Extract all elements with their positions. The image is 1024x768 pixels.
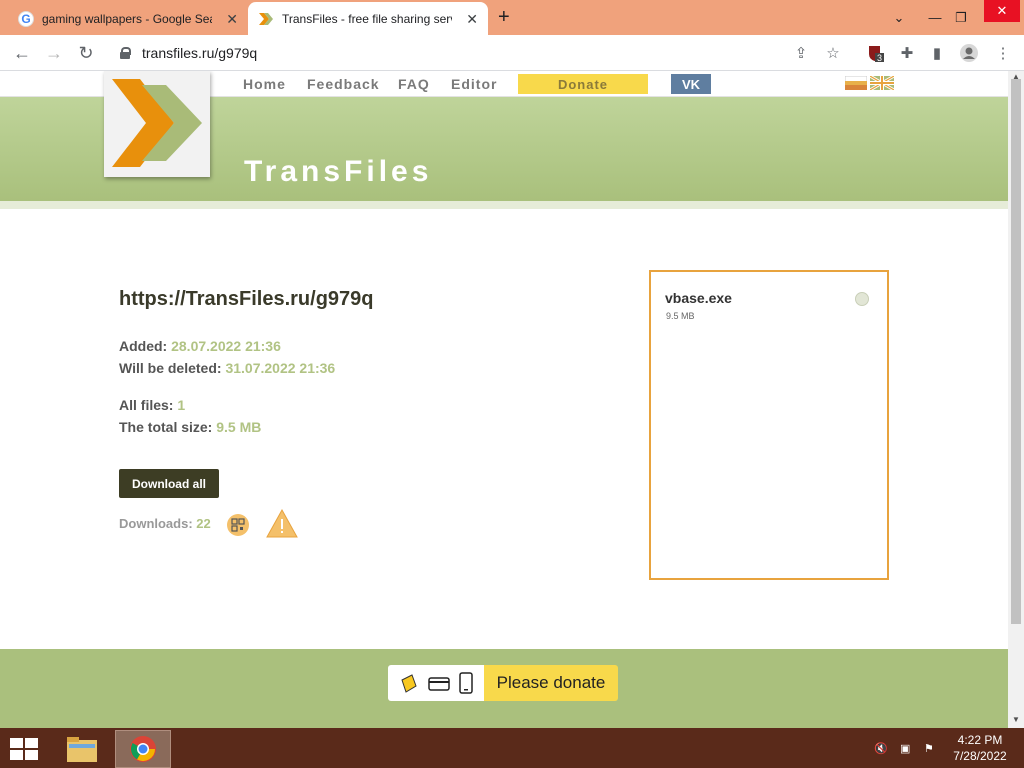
vk-button[interactable]: VK: [671, 74, 711, 94]
mobile-phone-icon: [459, 672, 474, 694]
lock-icon[interactable]: [120, 47, 131, 59]
qr-code-icon[interactable]: [227, 514, 249, 536]
all-files-value: 1: [177, 397, 186, 413]
footer-bar: Please donate: [0, 649, 1008, 728]
downloads-label: Downloads:: [119, 516, 193, 531]
transfiles-icon: [259, 12, 273, 25]
transfiles-logo-icon: [112, 79, 202, 167]
close-window-button[interactable]: ✕: [984, 0, 1020, 22]
russian-flag-icon[interactable]: [845, 76, 867, 90]
banner-divider: [0, 201, 1008, 209]
added-label: Added:: [119, 338, 168, 354]
please-donate-widget[interactable]: Please donate: [388, 665, 618, 701]
side-panel-icon[interactable]: ▮: [926, 43, 948, 63]
reload-button[interactable]: ↻: [74, 41, 98, 65]
scroll-thumb[interactable]: [1011, 79, 1021, 624]
nav-faq[interactable]: FAQ: [398, 76, 430, 92]
file-explorer-taskbar-button[interactable]: [54, 730, 110, 768]
donate-button[interactable]: Donate: [518, 74, 648, 94]
close-icon[interactable]: ✕: [226, 11, 238, 28]
chrome-taskbar-button[interactable]: [115, 730, 171, 768]
file-size: 9.5 MB: [666, 311, 695, 321]
tab-strip: G gaming wallpapers - Google Sea ✕ Trans…: [0, 0, 1024, 35]
page-scrollbar[interactable]: ▲ ▼: [1008, 71, 1024, 728]
downloads-count: Downloads: 22: [119, 516, 211, 531]
deleted-value: 31.07.2022 21:36: [225, 360, 336, 376]
restore-button[interactable]: ❐: [944, 0, 978, 35]
tab-title: gaming wallpapers - Google Sea: [42, 11, 212, 26]
windows-start-icon[interactable]: [10, 738, 38, 760]
google-icon: G: [18, 10, 34, 27]
page-content: TransFiles Home Feedback FAQ Editor Dona…: [0, 71, 1008, 728]
payment-icons: [388, 665, 484, 701]
share-icon[interactable]: ⇪: [790, 43, 812, 63]
url-text: transfiles.ru/g979q: [142, 45, 258, 61]
card-icon: [428, 677, 450, 691]
tab-google-search[interactable]: G gaming wallpapers - Google Sea ✕: [8, 2, 248, 35]
all-files-row: All files: 1: [119, 397, 185, 413]
extension-shield-icon[interactable]: 3: [864, 43, 886, 63]
downloads-value: 22: [196, 516, 211, 531]
check-icon[interactable]: [855, 292, 869, 306]
system-clock[interactable]: 4:22 PM 7/28/2022: [940, 732, 1020, 764]
deleted-label: Will be deleted:: [119, 360, 222, 376]
tab-title: TransFiles - free file sharing servi: [282, 11, 452, 26]
browser-toolbar: ← → ↻ transfiles.ru/g979q ⇪ ☆ 3 ✚ ▮ ⋮: [0, 35, 1024, 71]
share-link[interactable]: https://TransFiles.ru/g979q: [119, 288, 374, 311]
clock-date: 7/28/2022: [953, 749, 1007, 763]
clock-time: 4:22 PM: [957, 733, 1003, 747]
added-value: 28.07.2022 21:36: [171, 338, 281, 354]
address-bar[interactable]: transfiles.ru/g979q: [110, 39, 850, 67]
uk-flag-icon[interactable]: [870, 76, 894, 90]
profile-avatar-icon[interactable]: [958, 43, 980, 63]
report-warning-icon[interactable]: [266, 509, 298, 538]
file-list-panel: vbase.exe 9.5 MB: [649, 270, 889, 580]
all-files-label: All files:: [119, 397, 174, 413]
close-icon[interactable]: ✕: [466, 11, 478, 28]
wallet-icon: [401, 674, 417, 693]
total-size-row: The total size: 9.5 MB: [119, 419, 261, 435]
extension-badge: 3: [877, 53, 883, 63]
bookmark-star-icon[interactable]: ☆: [822, 43, 844, 63]
back-button[interactable]: ←: [10, 41, 34, 65]
nav-home[interactable]: Home: [243, 76, 286, 92]
download-all-button[interactable]: Download all: [119, 469, 219, 498]
total-size-label: The total size:: [119, 419, 213, 435]
windows-taskbar: 🔇 ▣ ⚑ 4:22 PM 7/28/2022: [0, 728, 1024, 768]
action-center-flag-icon[interactable]: ⚑: [924, 742, 938, 756]
please-donate-label: Please donate: [484, 665, 618, 701]
scroll-down-arrow-icon[interactable]: ▼: [1012, 715, 1020, 724]
added-row: Added: 28.07.2022 21:36: [119, 338, 281, 354]
total-size-value: 9.5 MB: [216, 419, 262, 435]
file-name[interactable]: vbase.exe: [665, 290, 732, 306]
nav-editor[interactable]: Editor: [451, 76, 497, 92]
nav-feedback[interactable]: Feedback: [307, 76, 380, 92]
folder-icon: [67, 737, 97, 762]
chrome-icon: [130, 736, 156, 762]
volume-muted-icon[interactable]: 🔇: [874, 742, 888, 756]
menu-kebab-icon[interactable]: ⋮: [992, 43, 1014, 63]
extensions-puzzle-icon[interactable]: ✚: [896, 43, 918, 63]
site-title: TransFiles: [244, 155, 433, 188]
tab-search-icon[interactable]: ⌄: [882, 0, 916, 35]
forward-button[interactable]: →: [42, 41, 66, 65]
network-icon[interactable]: ▣: [900, 742, 914, 756]
new-tab-button[interactable]: +: [498, 6, 510, 29]
site-logo[interactable]: [104, 71, 210, 177]
deleted-row: Will be deleted: 31.07.2022 21:36: [119, 360, 335, 376]
tab-transfiles[interactable]: TransFiles - free file sharing servi ✕: [248, 2, 488, 35]
